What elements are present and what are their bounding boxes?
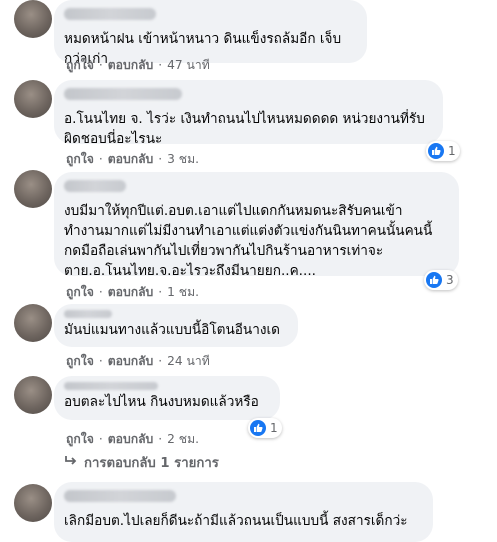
reply-link[interactable]: ตอบกลับ bbox=[108, 432, 154, 446]
view-replies-link[interactable]: การตอบกลับ 1 รายการ bbox=[64, 452, 219, 473]
comment-time[interactable]: 1 ชม. bbox=[167, 285, 199, 299]
reaction-summary[interactable]: 1 bbox=[248, 418, 282, 438]
like-link[interactable]: ถูกใจ bbox=[66, 152, 94, 166]
comment-bubble: งบมีมาให้ทุกปีแต่.อบต.เอาแต่ไปแดกกันหมดน… bbox=[54, 172, 459, 279]
comment-avatar[interactable] bbox=[14, 170, 52, 208]
view-replies-label: การตอบกลับ 1 รายการ bbox=[84, 456, 219, 471]
comment-time[interactable]: 2 ชม. bbox=[167, 432, 199, 446]
reaction-count: 1 bbox=[270, 421, 278, 435]
comment-text: อ.โนนไทย จ. ไรว่ะ เงินทำถนนไปไหนหมดดดด ห… bbox=[64, 111, 425, 147]
comment-time[interactable]: 3 ชม. bbox=[167, 152, 199, 166]
reply-link[interactable]: ตอบกลับ bbox=[108, 354, 154, 368]
comment-actions: ถูกใจ · ตอบกลับ · 24 นาที bbox=[66, 354, 210, 368]
like-link[interactable]: ถูกใจ bbox=[66, 354, 94, 368]
comment-text: เลิกมีอบต.ไปเลยก็ดีนะถ้ามีแล้วถนนเป็นแบบ… bbox=[64, 513, 408, 529]
commenter-name-blurred[interactable] bbox=[64, 490, 176, 502]
reply-link[interactable]: ตอบกลับ bbox=[108, 58, 154, 72]
commenter-name-blurred[interactable] bbox=[64, 88, 182, 100]
like-link[interactable]: ถูกใจ bbox=[66, 285, 94, 299]
comment-avatar[interactable] bbox=[14, 484, 52, 522]
commenter-name-blurred[interactable] bbox=[64, 310, 112, 318]
comment-actions: ถูกใจ · ตอบกลับ · 1 ชม. bbox=[66, 285, 199, 299]
comment-bubble: อ.โนนไทย จ. ไรว่ะ เงินทำถนนไปไหนหมดดดด ห… bbox=[54, 80, 443, 147]
commenter-name-blurred[interactable] bbox=[64, 382, 158, 390]
comment-time[interactable]: 47 นาที bbox=[167, 58, 210, 72]
like-link[interactable]: ถูกใจ bbox=[66, 432, 94, 446]
comment-bubble: หมดหน้าฝน เข้าหน้าหนาว ดินแข็งรถล้มอีก เ… bbox=[54, 0, 367, 67]
comment-avatar[interactable] bbox=[14, 304, 52, 342]
commenter-name-blurred[interactable] bbox=[64, 180, 126, 192]
comment-avatar[interactable] bbox=[14, 0, 52, 38]
reply-link[interactable]: ตอบกลับ bbox=[108, 152, 154, 166]
comment-actions: ถูกใจ · ตอบกลับ · 47 นาที bbox=[66, 58, 210, 72]
comment-text: งบมีมาให้ทุกปีแต่.อบต.เอาแต่ไปแดกกันหมดน… bbox=[64, 203, 433, 279]
comment-bubble: เลิกมีอบต.ไปเลยก็ดีนะถ้ามีแล้วถนนเป็นแบบ… bbox=[54, 482, 433, 542]
reaction-count: 3 bbox=[446, 273, 454, 287]
comment-bubble: มันบ่แมนทางแล้วแบบนี้อิโตนอีนางเด bbox=[54, 304, 298, 347]
comment-time[interactable]: 24 นาที bbox=[167, 354, 210, 368]
like-link[interactable]: ถูกใจ bbox=[66, 58, 94, 72]
comment-bubble: อบตละไปไหน กินงบหมดแล้วหรือ bbox=[54, 376, 280, 420]
thumbs-up-icon bbox=[426, 272, 442, 288]
reply-link[interactable]: ตอบกลับ bbox=[108, 285, 154, 299]
comment-text: มันบ่แมนทางแล้วแบบนี้อิโตนอีนางเด bbox=[64, 322, 280, 338]
comment-actions: ถูกใจ · ตอบกลับ · 2 ชม. bbox=[66, 432, 199, 446]
reaction-summary[interactable]: 1 bbox=[426, 141, 460, 161]
reply-arrow-icon bbox=[64, 455, 78, 471]
thumbs-up-icon bbox=[428, 143, 444, 159]
comment-text: อบตละไปไหน กินงบหมดแล้วหรือ bbox=[64, 394, 259, 410]
thumbs-up-icon bbox=[250, 420, 266, 436]
reaction-count: 1 bbox=[448, 144, 456, 158]
comment-actions: ถูกใจ · ตอบกลับ · 3 ชม. bbox=[66, 152, 199, 166]
comment-avatar[interactable] bbox=[14, 80, 52, 118]
reaction-summary[interactable]: 3 bbox=[424, 270, 458, 290]
comment-avatar[interactable] bbox=[14, 376, 52, 414]
commenter-name-blurred[interactable] bbox=[64, 8, 156, 20]
